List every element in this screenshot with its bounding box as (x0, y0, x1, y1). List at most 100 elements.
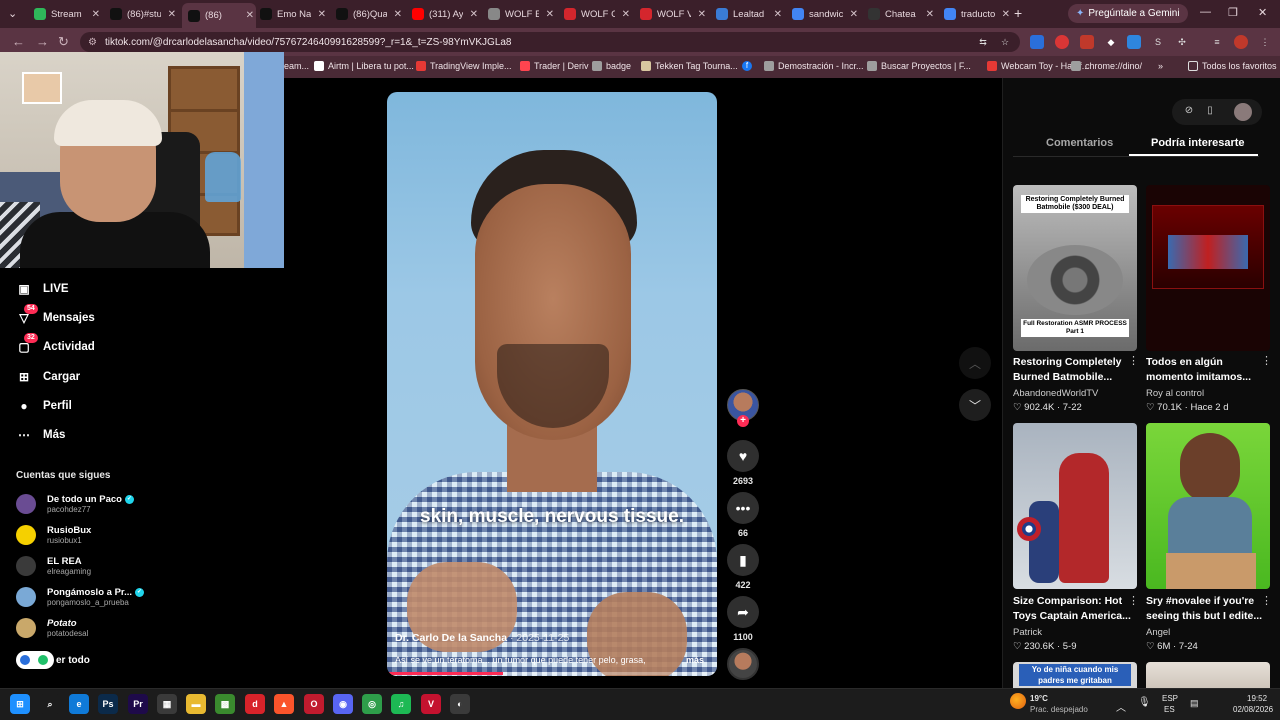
see-all-button[interactable]: er todo (16, 650, 90, 670)
bookmarks-overflow-button[interactable]: » (1158, 61, 1163, 71)
tab-1[interactable]: Stream ✕ (28, 4, 102, 24)
bookmark-item[interactable]: badge (592, 61, 631, 71)
nav-item-more[interactable]: ⋯ Más (16, 425, 65, 445)
spotify-icon[interactable]: ♫ (391, 694, 411, 714)
weather-icon[interactable] (1010, 693, 1026, 709)
clock-date[interactable]: 02/08/2026 (1233, 705, 1273, 714)
video-thumb-6[interactable] (1146, 662, 1270, 688)
user-avatar-icon[interactable] (1234, 103, 1252, 121)
search-icon[interactable]: ⌕ (40, 694, 60, 714)
voicemod-icon[interactable]: V (421, 694, 441, 714)
followed-account[interactable]: Pongámoslo a Pr... ✓ pongamoslo_a_prueba (16, 584, 144, 610)
clock-time[interactable]: 19:52 (1247, 694, 1267, 703)
forward-button[interactable]: → (36, 34, 49, 49)
brave-icon[interactable]: ▲ (274, 694, 294, 714)
tab-12[interactable]: Chatea ✕ (862, 4, 936, 24)
tab-close-icon[interactable]: ✕ (774, 9, 782, 20)
obs-icon[interactable]: ◐ (450, 694, 470, 714)
tab-close-icon[interactable]: ✕ (850, 9, 858, 20)
store-icon[interactable]: ▦ (157, 694, 177, 714)
thumb-2-title[interactable]: Todos en algún momento imitamos... (1146, 355, 1264, 385)
language-bottom[interactable]: ES (1164, 705, 1175, 714)
video-progress-bar[interactable] (387, 672, 717, 675)
previous-video-button[interactable]: ︿ (959, 347, 991, 379)
bookmark-partial[interactable]: eam... (284, 61, 309, 71)
sidebar-toggle-icon[interactable]: ≡ (1210, 35, 1224, 49)
nav-item-message[interactable]: ▽ 54 Mensajes (16, 304, 95, 328)
video-thumb-5[interactable]: Yo de niña cuando mis padres me gritaban (1013, 662, 1137, 688)
extension-red-icon[interactable] (1055, 35, 1069, 49)
compass-icon[interactable]: ⊘ (1182, 105, 1196, 119)
back-button[interactable]: ← (12, 34, 25, 49)
thumb-3-title[interactable]: Size Comparison: Hot Toys Captain Americ… (1013, 594, 1131, 624)
tab-close-icon[interactable]: ✕ (394, 9, 402, 20)
weather-description[interactable]: Prac. despejado (1030, 705, 1088, 714)
sound-disc[interactable] (727, 648, 759, 680)
gemini-button[interactable]: ✦ Pregúntale a Gemini (1068, 4, 1188, 23)
next-video-button[interactable]: ﹀ (959, 389, 991, 421)
heart-icon[interactable]: ♥ (727, 440, 759, 472)
tab-close-icon[interactable]: ✕ (92, 9, 100, 20)
address-bar[interactable]: ⚙ tiktok.com/@drcarlodelasancha/video/75… (80, 32, 1020, 52)
tab-close-icon[interactable]: ✕ (470, 9, 478, 20)
followed-account[interactable]: EL REA elreagaming (16, 553, 91, 579)
tab-7[interactable]: WOLF E ✕ (482, 4, 556, 24)
all-bookmarks-button[interactable]: Todos los favoritos (1188, 61, 1277, 71)
thumb-1-menu-icon[interactable]: ⋮ (1128, 354, 1139, 367)
translate-icon[interactable]: ⇆ (976, 35, 990, 49)
profile-avatar-icon[interactable] (1234, 35, 1248, 49)
chrome-icon[interactable]: ◎ (362, 694, 382, 714)
extension-puzzle-blue-icon[interactable] (1127, 35, 1141, 49)
thumb-2-author[interactable]: Roy al control (1146, 388, 1204, 399)
like-action[interactable]: ♥ 2693 (727, 440, 759, 486)
tab-search-icon[interactable]: ⌄ (8, 7, 17, 20)
thumb-4-author[interactable]: Angel (1146, 627, 1170, 638)
tab-close-icon[interactable]: ✕ (318, 9, 326, 20)
tab-comments[interactable]: Comentarios (1046, 137, 1113, 149)
nav-item-profile[interactable]: ● Perfil (16, 396, 71, 416)
edge-icon[interactable]: e (69, 694, 89, 714)
tab-you-may-like[interactable]: Podría interesarte (1151, 137, 1245, 149)
bookmark-icon[interactable]: ▮ (727, 544, 759, 576)
windows-icon[interactable]: ⊞ (10, 694, 30, 714)
folder-icon[interactable]: ▬ (186, 694, 206, 714)
browser-menu-icon[interactable]: ⋮ (1258, 35, 1272, 49)
tab-13[interactable]: traducto ✕ (938, 4, 1012, 24)
share-action[interactable]: ➦ 1100 (727, 596, 759, 642)
followed-account[interactable]: RusioBux rusiobux1 (16, 522, 91, 548)
reload-button[interactable]: ↻ (58, 34, 69, 50)
nav-item-live[interactable]: ▣ LIVE (16, 279, 68, 299)
video-player[interactable]: skin, muscle, nervous tissue. Dr. Carlo … (387, 92, 717, 676)
video-author[interactable]: Dr. Carlo De la Sancha · 2025-11-25 (395, 632, 569, 644)
tab-11[interactable]: sandwic ✕ (786, 4, 860, 24)
tab-close-icon[interactable]: ✕ (698, 9, 706, 20)
tab-close-icon[interactable]: ✕ (246, 10, 254, 21)
tray-chevron-icon[interactable]: ︿ (1116, 699, 1126, 714)
tab-4[interactable]: Emo Na ✕ (254, 4, 328, 24)
premiere-icon[interactable]: Pr (128, 694, 148, 714)
thumb-1-title[interactable]: Restoring Completely Burned Batmobile... (1013, 355, 1131, 385)
weather-temp[interactable]: 19°C (1030, 694, 1048, 703)
video-thumb-4[interactable] (1146, 423, 1270, 589)
tab-close-icon[interactable]: ✕ (168, 9, 176, 20)
minecraft-icon[interactable]: ▩ (215, 694, 235, 714)
thumb-4-title[interactable]: Sry #novalee if you're seeing this but I… (1146, 594, 1264, 624)
tab-close-icon[interactable]: ✕ (1002, 9, 1010, 20)
extension-diamond-icon[interactable]: ◆ (1104, 35, 1118, 49)
thumb-1-author[interactable]: AbandonedWorldTV (1013, 388, 1098, 399)
new-tab-button[interactable]: + (1014, 5, 1022, 21)
bookmark-item[interactable]: Airtm | Libera tu pot... (314, 61, 414, 71)
language-top[interactable]: ESP (1162, 694, 1178, 703)
tab-6[interactable]: (311) Ay ✕ (406, 4, 480, 24)
comment-action[interactable]: ••• 66 (727, 492, 759, 538)
extensions-icon[interactable]: ✣ (1175, 35, 1189, 49)
opera-icon[interactable]: O (304, 694, 324, 714)
video-thumb-3[interactable] (1013, 423, 1137, 589)
network-icon[interactable]: ▤ (1190, 698, 1199, 709)
follow-button[interactable]: + (737, 415, 749, 427)
thumb-3-menu-icon[interactable]: ⋮ (1128, 594, 1139, 607)
extension-blue-icon[interactable] (1030, 35, 1044, 49)
thumb-2-menu-icon[interactable]: ⋮ (1261, 354, 1272, 367)
tab-close-icon[interactable]: ✕ (926, 9, 934, 20)
tab-3[interactable]: (86) ✕ (182, 3, 256, 28)
